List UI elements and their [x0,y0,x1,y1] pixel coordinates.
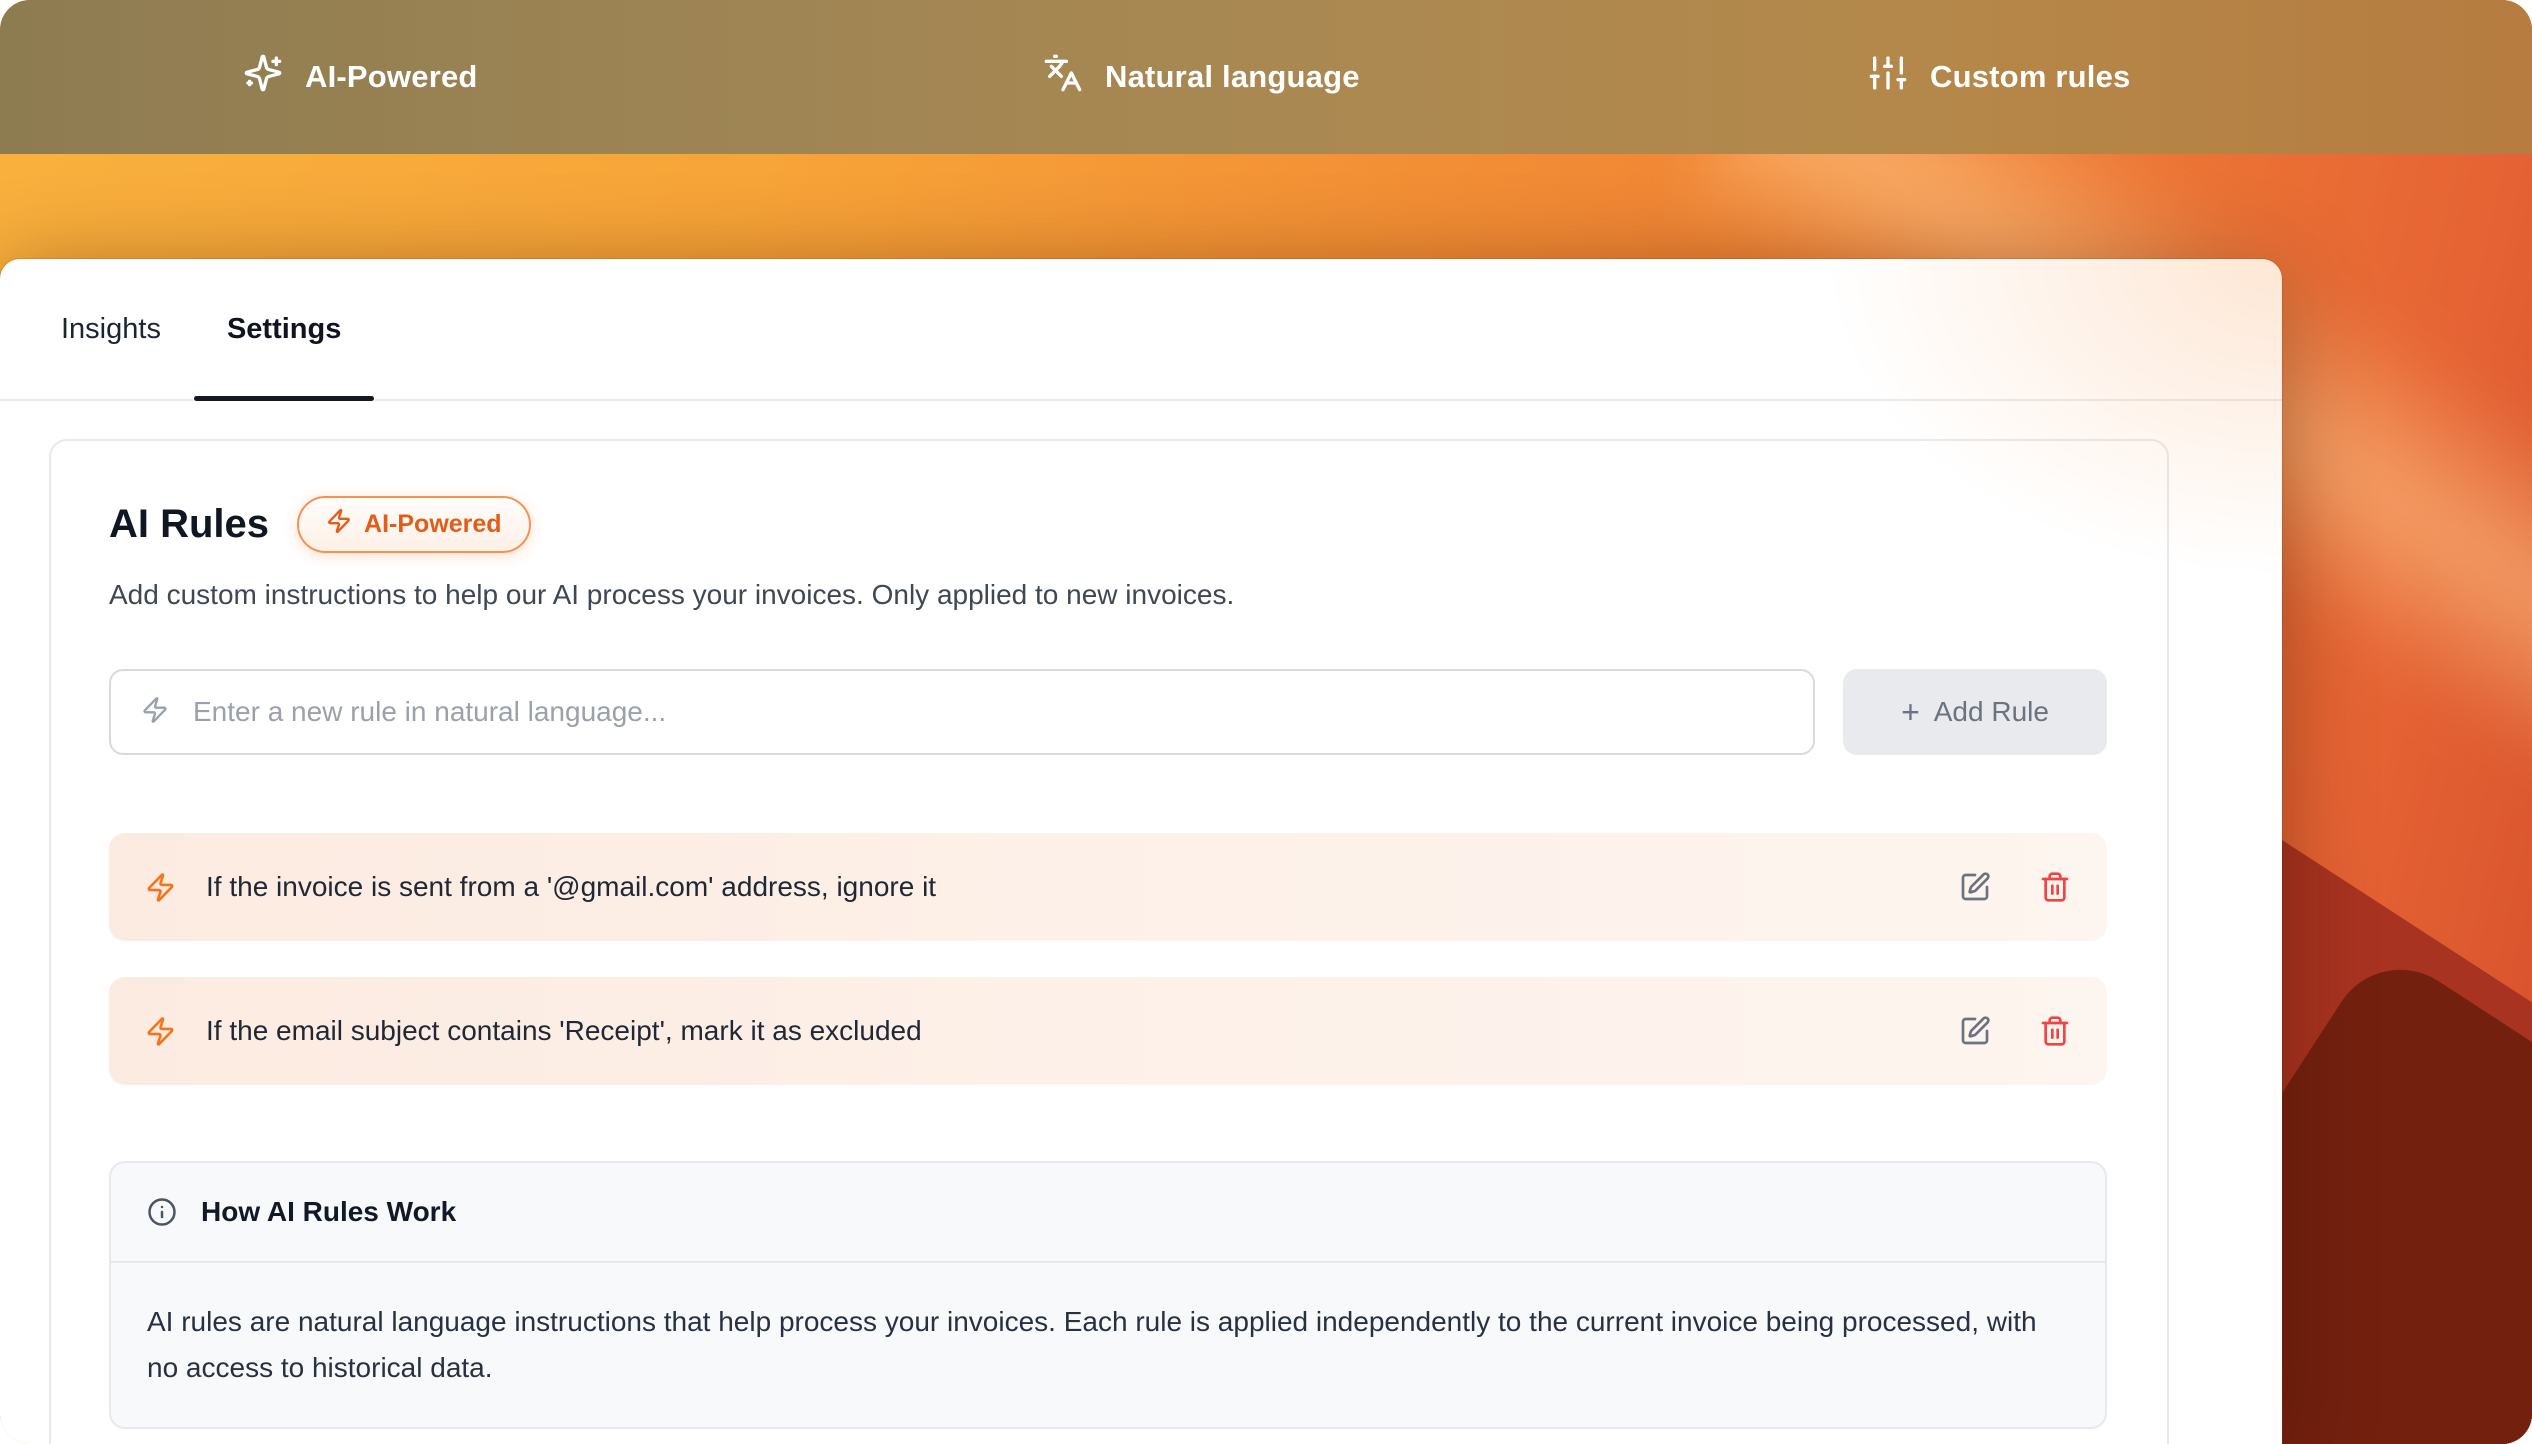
new-rule-row: + Add Rule [109,669,2107,755]
zap-icon [145,872,176,903]
app-window: Insights Settings AI Rules AI-Powered A [0,259,2282,1444]
zap-icon [326,508,352,541]
languages-icon [1043,53,1083,101]
rule-actions [1959,871,2071,903]
edit-icon[interactable] [1959,871,1991,903]
sparkles-icon [243,53,283,101]
add-rule-label: Add Rule [1934,696,2049,728]
banner-item-ai-powered: AI-Powered [243,0,478,154]
title-row: AI Rules AI-Powered [109,496,2107,553]
badge-label: AI-Powered [364,510,502,539]
edit-icon[interactable] [1959,1015,1991,1047]
description: Add custom instructions to help our AI p… [109,579,2107,611]
info-title: How AI Rules Work [201,1196,456,1228]
sliders-icon [1868,53,1908,101]
rule-row: If the invoice is sent from a '@gmail.co… [109,833,2107,941]
how-rules-work-box: How AI Rules Work AI rules are natural l… [109,1161,2107,1429]
tab-settings[interactable]: Settings [194,259,374,399]
screen: AI-Powered Natural language Custom rul [0,0,2532,1444]
plus-icon: + [1901,696,1920,728]
ai-powered-badge: AI-Powered [297,496,531,553]
page-title: AI Rules [109,502,269,547]
tab-bar: Insights Settings [0,259,2282,401]
zap-icon [145,1016,176,1047]
tab-insights-label: Insights [61,313,161,346]
trash-icon[interactable] [2039,871,2071,903]
info-header: How AI Rules Work [111,1163,2105,1263]
feature-banner: AI-Powered Natural language Custom rul [0,0,2532,154]
banner-item-natural-language: Natural language [1043,0,1360,154]
new-rule-input[interactable] [191,695,1783,729]
banner-label: Natural language [1105,59,1360,95]
banner-label: Custom rules [1930,59,2131,95]
banner-item-custom-rules: Custom rules [1868,0,2131,154]
zap-icon [141,696,169,729]
tab-settings-label: Settings [227,313,341,346]
rule-row: If the email subject contains 'Receipt',… [109,977,2107,1085]
info-icon [147,1197,177,1227]
info-body: AI rules are natural language instructio… [111,1263,2105,1427]
rule-text: If the email subject contains 'Receipt',… [206,1015,1959,1047]
new-rule-input-wrap [109,669,1815,755]
rule-actions [1959,1015,2071,1047]
rules-list: If the invoice is sent from a '@gmail.co… [109,833,2107,1085]
trash-icon[interactable] [2039,1015,2071,1047]
tab-insights[interactable]: Insights [28,259,194,399]
rule-text: If the invoice is sent from a '@gmail.co… [206,871,1959,903]
banner-label: AI-Powered [305,59,478,95]
add-rule-button[interactable]: + Add Rule [1843,669,2107,755]
ai-rules-card: AI Rules AI-Powered Add custom instructi… [49,439,2169,1444]
